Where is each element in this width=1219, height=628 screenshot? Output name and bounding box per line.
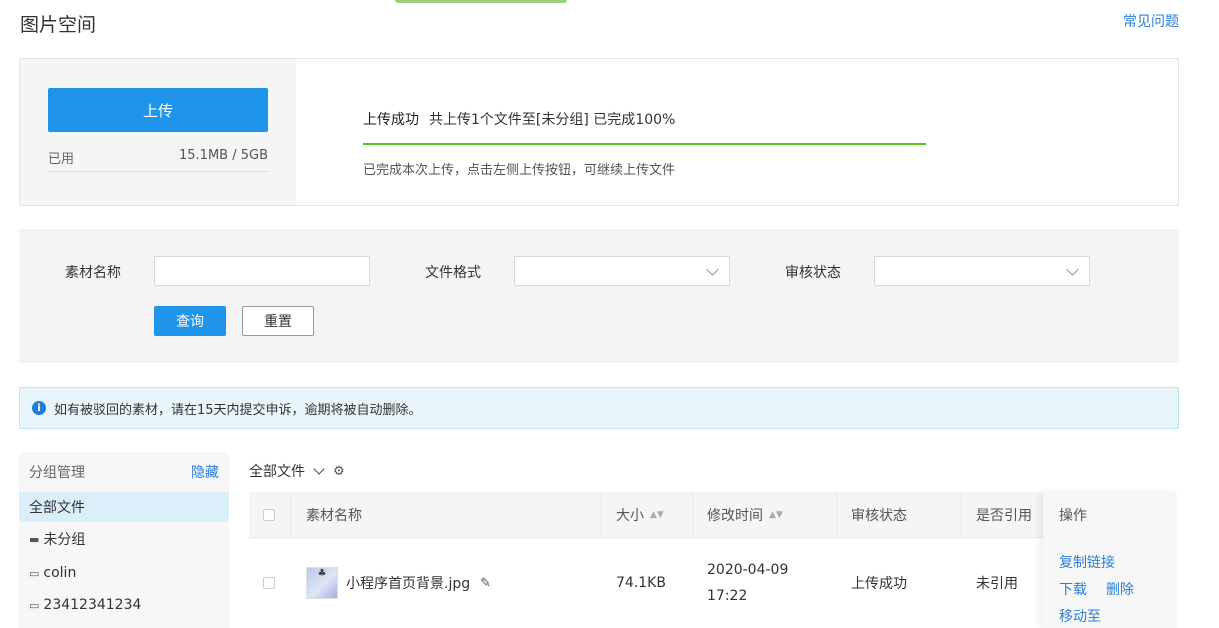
- group-item-colin[interactable]: ▭ colin: [19, 558, 229, 588]
- name-filter-label: 素材名称: [65, 265, 121, 281]
- format-filter-label: 文件格式: [425, 265, 481, 281]
- group-item-label: 23412341234: [43, 597, 142, 613]
- download-action[interactable]: 下载: [1059, 579, 1087, 599]
- edit-icon[interactable]: ✎: [480, 576, 491, 591]
- group-header-title: 分组管理: [29, 465, 85, 481]
- column-actions: 操作: [1059, 508, 1087, 524]
- group-item-ungrouped[interactable]: ▬ 未分组: [19, 524, 229, 554]
- row-checkbox[interactable]: [263, 577, 275, 589]
- query-button[interactable]: 查询: [154, 306, 226, 336]
- file-list-header: 全部文件 ⚙: [249, 461, 345, 481]
- upload-progress-track: [363, 143, 926, 145]
- table-header: 素材名称 大小 ▲▼ 修改时间 ▲▼ 审核状态 是否引用: [249, 492, 1177, 538]
- column-referenced: 是否引用: [976, 508, 1032, 524]
- file-size: 74.1KB: [616, 575, 666, 591]
- upload-status-title: 上传成功: [363, 112, 419, 128]
- notice-text: 如有被驳回的素材，请在15天内提交申诉，逾期将被自动删除。: [54, 402, 422, 418]
- select-all-checkbox-cell: [263, 492, 275, 538]
- delete-action[interactable]: 删除: [1106, 579, 1134, 599]
- review-status-select[interactable]: [874, 256, 1090, 286]
- group-item-label: colin: [43, 565, 77, 581]
- file-name-cell: ♣ 小程序首页背景.jpg ✎: [306, 538, 491, 628]
- image-thumbnail[interactable]: ♣: [306, 567, 338, 599]
- column-name: 素材名称: [306, 508, 362, 524]
- name-filter-input[interactable]: [154, 256, 370, 286]
- filter-panel: 素材名称 文件格式 审核状态 查询 重置: [19, 229, 1179, 363]
- sort-icon: ▲▼: [769, 510, 783, 520]
- chevron-down-icon[interactable]: [313, 463, 325, 475]
- storage-used-value: 15.1MB / 5GB: [179, 148, 268, 163]
- folder-outline-icon: ▭: [29, 598, 40, 612]
- column-modified[interactable]: 修改时间 ▲▼: [707, 492, 783, 538]
- upload-progress-fill: [363, 143, 926, 145]
- group-header: 分组管理 隐藏: [19, 452, 229, 492]
- current-folder-label: 全部文件: [249, 464, 305, 480]
- folder-filled-icon: ▬: [29, 532, 40, 546]
- gear-icon[interactable]: ⚙: [333, 464, 345, 479]
- reset-button[interactable]: 重置: [242, 306, 314, 336]
- column-review: 审核状态: [851, 508, 907, 524]
- upload-panel: 上传 已用 15.1MB / 5GB 上传成功 共上传1个文件至[未分组] 已完成…: [19, 58, 1179, 206]
- modified-date: 2020-04-09: [707, 562, 789, 578]
- folder-outline-icon: ▭: [29, 566, 40, 580]
- review-filter-label: 审核状态: [785, 265, 841, 281]
- storage-usage: 已用 15.1MB / 5GB: [48, 148, 268, 172]
- file-name[interactable]: 小程序首页背景.jpg: [346, 573, 470, 593]
- move-to-action[interactable]: 移动至: [1059, 606, 1101, 626]
- referenced-status: 未引用: [976, 576, 1018, 592]
- review-status: 上传成功: [851, 576, 907, 592]
- modified-cell: 2020-04-09 17:22: [707, 538, 788, 628]
- hide-groups-link[interactable]: 隐藏: [191, 462, 219, 482]
- page-title: 图片空间: [20, 14, 97, 36]
- modified-time: 17:22: [707, 588, 748, 604]
- column-modified-label: 修改时间: [707, 508, 763, 524]
- select-all-checkbox[interactable]: [263, 509, 275, 521]
- upload-sidebar: 上传 已用 15.1MB / 5GB: [20, 59, 296, 205]
- faq-link[interactable]: 常见问题: [1123, 11, 1179, 31]
- group-sidebar: 分组管理 隐藏 全部文件 ▬ 未分组 ▭ colin ▭ 23412341234: [19, 452, 229, 628]
- actions-column: 操作 复制链接 下载 删除 移动至: [1043, 492, 1177, 628]
- group-item-all-files[interactable]: 全部文件: [19, 492, 229, 522]
- upload-status-hint: 已完成本次上传，点击左侧上传按钮，可继续上传文件: [363, 163, 676, 178]
- row-checkbox-cell: [263, 538, 275, 628]
- group-item-23412341234[interactable]: ▭ 23412341234: [19, 590, 229, 620]
- sort-icon: ▲▼: [650, 510, 664, 520]
- column-size[interactable]: 大小 ▲▼: [616, 492, 664, 538]
- column-size-label: 大小: [616, 508, 644, 524]
- upload-status-detail: 共上传1个文件至[未分组] 已完成100%: [429, 112, 676, 128]
- table-row: ♣ 小程序首页背景.jpg ✎ 74.1KB 2020-04-09 17:22 …: [249, 538, 1177, 628]
- top-status-bar: [395, 0, 567, 3]
- info-icon: i: [32, 401, 46, 415]
- copy-link-action[interactable]: 复制链接: [1059, 552, 1115, 572]
- notice-banner: i 如有被驳回的素材，请在15天内提交申诉，逾期将被自动删除。: [19, 387, 1179, 429]
- group-item-label: 全部文件: [29, 500, 85, 516]
- storage-used-label: 已用: [48, 152, 75, 167]
- chevron-down-icon: [1066, 263, 1079, 276]
- chevron-down-icon: [706, 263, 719, 276]
- format-select[interactable]: [514, 256, 730, 286]
- group-item-label: 未分组: [43, 532, 86, 548]
- file-table: 素材名称 大小 ▲▼ 修改时间 ▲▼ 审核状态 是否引用 ♣ 小程序首页背景.jpg…: [249, 492, 1177, 628]
- upload-status: 上传成功 共上传1个文件至[未分组] 已完成100%: [363, 109, 675, 129]
- upload-button[interactable]: 上传: [48, 88, 268, 132]
